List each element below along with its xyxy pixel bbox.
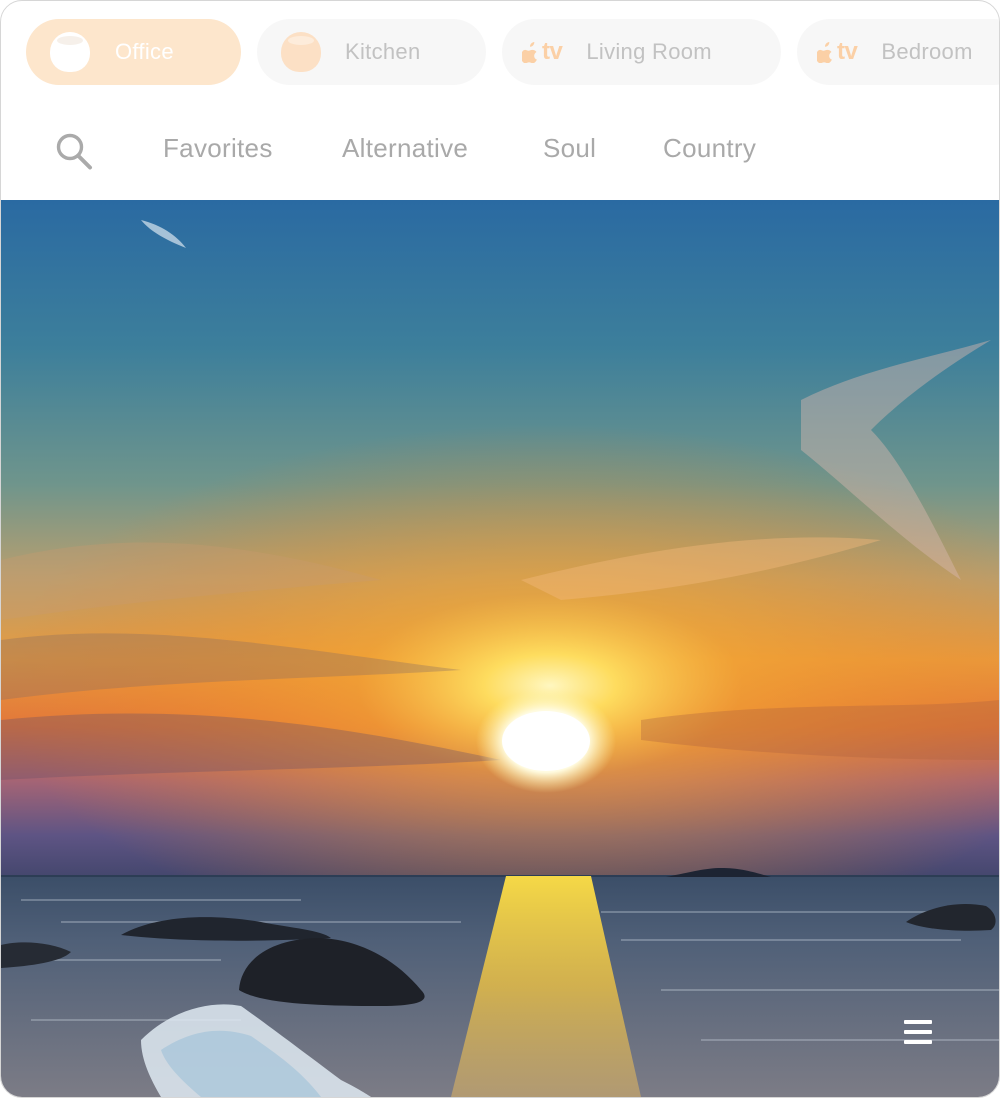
genre-nav: Favorites Alternative Soul Country [1, 101, 999, 200]
genre-tab-favorites[interactable]: Favorites [163, 133, 273, 164]
room-label: Living Room [586, 39, 712, 64]
room-pill-bedroom[interactable]: tv Bedroom [797, 19, 999, 85]
room-pill-kitchen[interactable]: Kitchen [257, 19, 486, 85]
homepod-icon [50, 32, 90, 72]
room-label: Office [115, 39, 174, 64]
room-pill-office[interactable]: Office [26, 19, 241, 85]
room-pill-living-room[interactable]: tv Living Room [502, 19, 781, 85]
homepod-icon [281, 32, 321, 72]
list-menu-icon[interactable] [897, 1012, 939, 1052]
genre-tab-alternative[interactable]: Alternative [342, 133, 468, 164]
genre-tab-country[interactable]: Country [663, 133, 756, 164]
room-label: Kitchen [345, 39, 421, 64]
apple-tv-text: tv [837, 38, 858, 65]
app-window: Office Kitchen tv Living Room tv Bedroom [0, 0, 1000, 1098]
apple-tv-icon: tv [522, 38, 563, 66]
search-icon[interactable] [55, 131, 95, 171]
apple-tv-text: tv [542, 38, 563, 65]
apple-tv-icon: tv [817, 38, 858, 66]
room-selector: Office Kitchen tv Living Room tv Bedroom [1, 1, 999, 101]
room-label: Bedroom [881, 39, 973, 64]
genre-tab-soul[interactable]: Soul [543, 133, 596, 164]
ocean-sunset-image [1, 200, 999, 1097]
